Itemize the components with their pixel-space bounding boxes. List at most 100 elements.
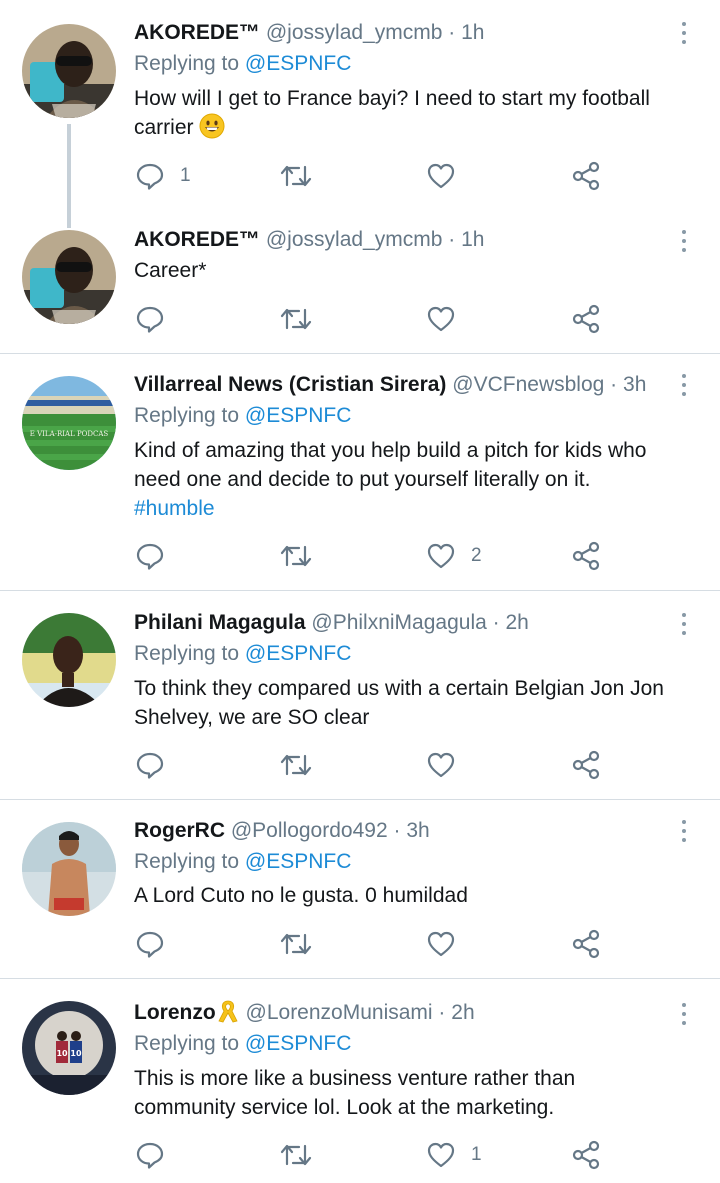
retweet-button[interactable] bbox=[279, 541, 313, 571]
like-icon bbox=[427, 752, 455, 778]
tweet-header: AKOREDE™ @jossylad_ymcmb · 1h bbox=[134, 17, 484, 49]
share-icon bbox=[572, 750, 600, 780]
user-handle[interactable]: @LorenzoMunisami bbox=[246, 1001, 433, 1024]
reply-button[interactable] bbox=[135, 750, 165, 780]
like-button[interactable] bbox=[426, 304, 456, 334]
replying-to-mention[interactable]: @ESPNFC bbox=[245, 850, 352, 873]
user-handle[interactable]: @PhilxniMagagula bbox=[311, 611, 486, 634]
display-name[interactable]: Lorenzo bbox=[134, 1001, 216, 1024]
reply-button[interactable]: 1 bbox=[135, 161, 191, 191]
tweet-6[interactable]: 10 10 Lorenzo @LorenzoMunisami · 2h Repl… bbox=[0, 979, 720, 1183]
like-icon bbox=[427, 306, 455, 332]
replying-to-mention[interactable]: @ESPNFC bbox=[245, 404, 352, 427]
retweet-button[interactable] bbox=[279, 929, 313, 959]
share-icon bbox=[572, 304, 600, 334]
like-count: 2 bbox=[471, 545, 482, 566]
user-handle[interactable]: @Pollogordo492 bbox=[231, 819, 388, 842]
reply-button[interactable] bbox=[135, 541, 165, 571]
avatar-lorenzo[interactable]: 10 10 bbox=[22, 1001, 116, 1095]
timestamp[interactable]: 2h bbox=[451, 1001, 474, 1024]
replying-to-label: Replying to bbox=[134, 850, 245, 873]
retweet-button[interactable] bbox=[279, 1140, 313, 1170]
tweet-text: How will I get to France bayi? I need to… bbox=[134, 84, 704, 142]
more-options-icon[interactable] bbox=[676, 1003, 692, 1029]
share-button[interactable] bbox=[571, 161, 601, 191]
like-button[interactable]: 2 bbox=[426, 541, 482, 571]
reply-icon bbox=[136, 306, 164, 333]
more-options-icon[interactable] bbox=[676, 374, 692, 400]
like-button[interactable] bbox=[426, 929, 456, 959]
reply-icon bbox=[136, 1142, 164, 1169]
timestamp[interactable]: 3h bbox=[406, 819, 429, 842]
tweet-text-line: This is more like a business venture rat… bbox=[134, 1067, 576, 1090]
tweet-header: Philani Magagula @PhilxniMagagula · 2h bbox=[134, 607, 529, 639]
tweet-text: Kind of amazing that you help build a pi… bbox=[134, 436, 704, 523]
timestamp[interactable]: 3h bbox=[623, 373, 646, 396]
like-button[interactable] bbox=[426, 161, 456, 191]
replying-to-mention[interactable]: @ESPNFC bbox=[245, 642, 352, 665]
more-options-icon[interactable] bbox=[676, 230, 692, 256]
reply-button[interactable] bbox=[135, 929, 165, 959]
avatar-akorede[interactable] bbox=[22, 24, 116, 118]
replying-to-label: Replying to bbox=[134, 404, 245, 427]
display-name[interactable]: RogerRC bbox=[134, 819, 225, 842]
retweet-icon bbox=[280, 545, 312, 567]
share-icon bbox=[572, 161, 600, 191]
tweet-text: Career* bbox=[134, 256, 704, 285]
tweet-1[interactable]: AKOREDE™ @jossylad_ymcmb · 1h Replying t… bbox=[0, 0, 720, 228]
tweet-text-line: Shelvey, we are SO clear bbox=[134, 706, 370, 729]
user-handle[interactable]: @jossylad_ymcmb bbox=[266, 21, 443, 44]
retweet-icon bbox=[280, 933, 312, 955]
tweet-text: To think they compared us with a certain… bbox=[134, 674, 704, 732]
display-name[interactable]: AKOREDE™ bbox=[134, 21, 260, 44]
timestamp[interactable]: 2h bbox=[505, 611, 528, 634]
retweet-button[interactable] bbox=[279, 161, 313, 191]
share-icon bbox=[572, 929, 600, 959]
separator-dot: · bbox=[438, 1001, 446, 1024]
tweet-text: This is more like a business venture rat… bbox=[134, 1064, 704, 1122]
reply-button[interactable] bbox=[135, 304, 165, 334]
avatar-villarreal-news[interactable]: E VILA-RIAL PODCAS bbox=[22, 376, 116, 470]
more-options-icon[interactable] bbox=[676, 820, 692, 846]
reply-count: 1 bbox=[180, 165, 191, 186]
more-options-icon[interactable] bbox=[676, 22, 692, 48]
timestamp[interactable]: 1h bbox=[461, 228, 484, 251]
avatar-caption: 10 10 bbox=[56, 1049, 81, 1058]
like-icon bbox=[427, 163, 455, 189]
tweet-5[interactable]: RogerRC @Pollogordo492 · 3h Replying to … bbox=[0, 800, 720, 978]
display-name[interactable]: Philani Magagula bbox=[134, 611, 306, 634]
display-name[interactable]: AKOREDE™ bbox=[134, 228, 260, 251]
retweet-button[interactable] bbox=[279, 750, 313, 780]
tweet-4[interactable]: Philani Magagula @PhilxniMagagula · 2h R… bbox=[0, 591, 720, 799]
like-button[interactable] bbox=[426, 750, 456, 780]
reply-icon bbox=[136, 543, 164, 570]
reply-icon bbox=[136, 931, 164, 958]
reply-button[interactable] bbox=[135, 1140, 165, 1170]
user-handle[interactable]: @VCFnewsblog bbox=[452, 373, 604, 396]
tweet-3[interactable]: E VILA-RIAL PODCAS Villarreal News (Cris… bbox=[0, 354, 720, 590]
tweet-2[interactable]: AKOREDE™ @jossylad_ymcmb · 1h Career* bbox=[0, 200, 720, 353]
separator-dot: · bbox=[393, 819, 401, 842]
share-button[interactable] bbox=[571, 304, 601, 334]
replying-to-label: Replying to bbox=[134, 642, 245, 665]
share-button[interactable] bbox=[571, 929, 601, 959]
user-handle[interactable]: @jossylad_ymcmb bbox=[266, 228, 443, 251]
retweet-button[interactable] bbox=[279, 304, 313, 334]
like-button[interactable]: 1 bbox=[426, 1140, 482, 1170]
retweet-icon bbox=[280, 1144, 312, 1166]
replying-to-mention[interactable]: @ESPNFC bbox=[245, 1032, 352, 1055]
replying-to-mention[interactable]: @ESPNFC bbox=[245, 52, 352, 75]
more-options-icon[interactable] bbox=[676, 613, 692, 639]
avatar-philani-magagula[interactable] bbox=[22, 613, 116, 707]
avatar-rogerrc[interactable] bbox=[22, 822, 116, 916]
share-button[interactable] bbox=[571, 750, 601, 780]
replying-to-label: Replying to bbox=[134, 52, 245, 75]
replying-to: Replying to @ESPNFC bbox=[134, 1029, 351, 1059]
share-button[interactable] bbox=[571, 1140, 601, 1170]
tweet-text-line: Kind of amazing that you help build a pi… bbox=[134, 439, 647, 462]
share-button[interactable] bbox=[571, 541, 601, 571]
hashtag-link[interactable]: #humble bbox=[134, 494, 704, 523]
display-name[interactable]: Villarreal News (Cristian Sirera) bbox=[134, 373, 446, 396]
timestamp[interactable]: 1h bbox=[461, 21, 484, 44]
tweet-text-line: How will I get to France bayi? I need to… bbox=[134, 87, 650, 110]
